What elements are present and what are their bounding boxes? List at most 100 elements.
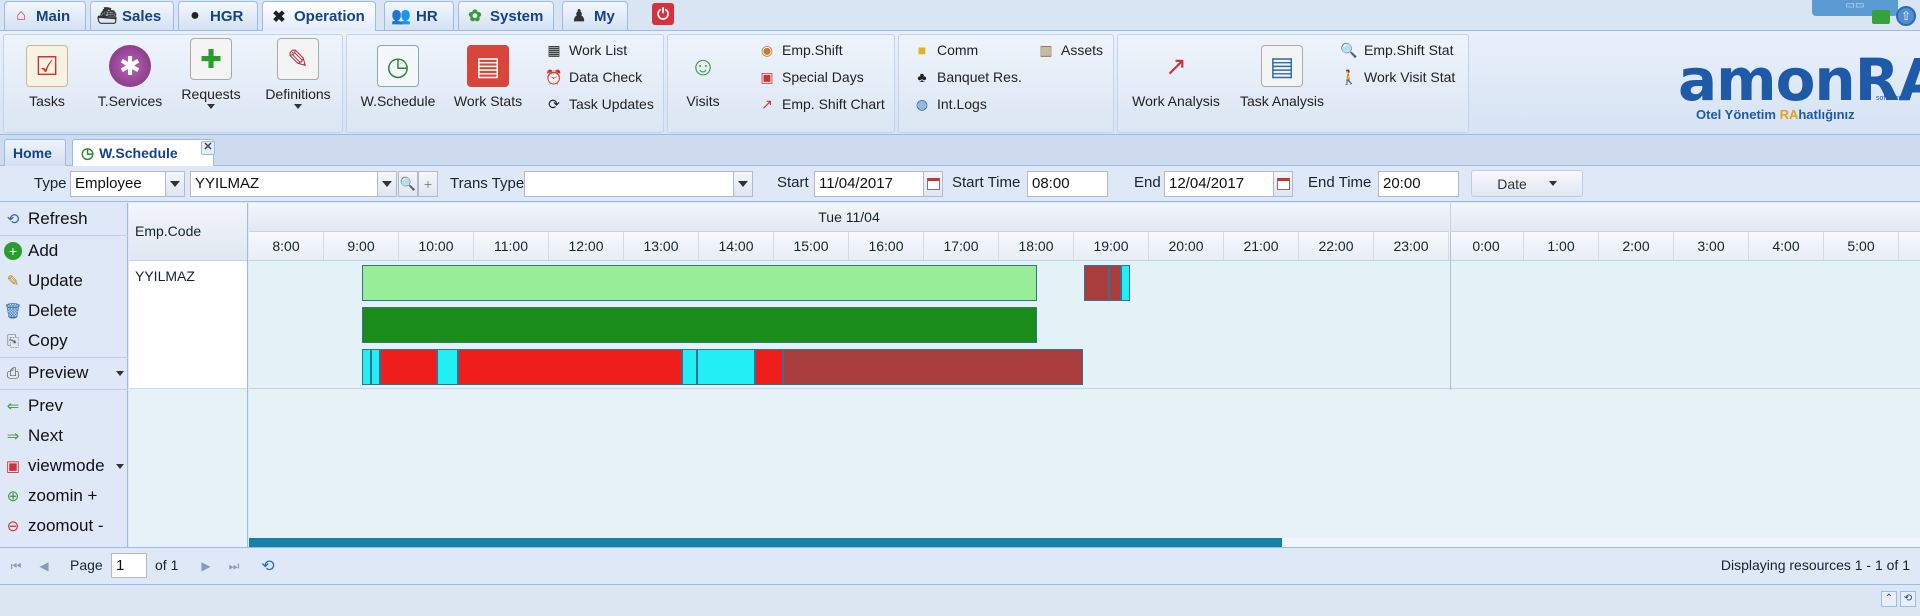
taskupdates-button[interactable]: ⟳ Task Updates (545, 95, 654, 113)
start-date-picker[interactable] (923, 171, 943, 197)
schedule-event[interactable] (696, 349, 756, 385)
power-icon[interactable]: ⏻ (652, 3, 674, 25)
tab-hgr[interactable]: ● HGR (178, 1, 258, 30)
assets-button[interactable]: ▥ Assets (1037, 41, 1103, 59)
task-updates-icon: ⟳ (548, 95, 560, 112)
employee-dropdown-trigger[interactable] (377, 171, 397, 197)
date-mode-button[interactable]: Date (1471, 170, 1583, 197)
viewmode-button[interactable]: ▣ viewmode (4, 454, 124, 478)
tab-operation[interactable]: ✖ Operation (262, 1, 376, 31)
schedule-event[interactable] (457, 349, 682, 385)
empshift-button[interactable]: ◉ Emp.Shift (758, 41, 843, 59)
type-select[interactable]: Employee (70, 171, 166, 197)
start-date-input[interactable]: 11/04/2017 (814, 171, 924, 197)
day-header: Tue 11/04 (249, 203, 1449, 232)
zoomin-button[interactable]: ⊕ zoomin + (4, 484, 98, 508)
visits-button[interactable]: ☺ Visits (676, 45, 730, 110)
schedule-event[interactable] (361, 349, 372, 385)
first-page-icon[interactable]: ⏮ (8, 558, 24, 574)
close-icon[interactable]: ✕ (201, 141, 215, 155)
add-button[interactable]: + Add (4, 239, 58, 263)
tservices-button[interactable]: ✱ T.Services (92, 45, 168, 109)
refresh-icon[interactable]: ⟲ (260, 558, 276, 575)
tasks-button[interactable]: ☑ Tasks (12, 45, 82, 109)
worklist-button[interactable]: ▦ Work List (545, 41, 627, 59)
update-button[interactable]: ✎ Update (4, 269, 83, 293)
worklist-icon: ▦ (547, 41, 561, 58)
horizontal-scrollbar[interactable] (249, 538, 1282, 547)
zoomout-button[interactable]: ⊖ zoomout - (4, 514, 104, 538)
workanalysis-button[interactable]: ↗ Work Analysis (1128, 45, 1224, 110)
add-icon[interactable]: + (418, 171, 438, 197)
wschedule-button[interactable]: ◷ W.Schedule (355, 45, 441, 109)
tab-sales[interactable]: ⛴ Sales (90, 1, 174, 30)
copy-button[interactable]: ⎘ Copy (4, 329, 68, 353)
type-dropdown-trigger[interactable] (165, 171, 185, 197)
search-icon[interactable]: 🔍 (398, 171, 418, 197)
chevron-down-icon (738, 181, 748, 187)
comm-button[interactable]: ■ Comm (913, 41, 978, 59)
workstats-button[interactable]: ▤ Work Stats (451, 45, 525, 109)
empshiftchart-button[interactable]: ↗ Emp. Shift Chart (758, 95, 885, 113)
tab-wschedule[interactable]: ◷ W.Schedule ✕ (72, 139, 215, 166)
schedule-event[interactable] (1121, 265, 1131, 301)
intlogs-button[interactable]: ◍ Int.Logs (913, 95, 987, 113)
analysis-chart-icon: ↗ (1165, 50, 1187, 81)
employee-select[interactable]: YYILMAZ (190, 171, 378, 197)
page-number-input[interactable]: 1 (111, 553, 147, 578)
preview-button[interactable]: ⎙ Preview (4, 361, 124, 385)
resource-header[interactable]: Emp.Code (129, 203, 247, 261)
datacheck-button[interactable]: ⏰ Data Check (545, 68, 642, 86)
next-button[interactable]: ⇒ Next (4, 424, 63, 448)
delete-label: Delete (28, 301, 78, 320)
end-date-input[interactable]: 12/04/2017 (1164, 171, 1274, 197)
status-bar: ⌃ ⟲ (0, 584, 1920, 616)
banquet-button[interactable]: ♣ Banquet Res. (913, 68, 1021, 86)
folder-icon: ■ (917, 42, 927, 58)
tab-hr[interactable]: 👥 HR (384, 1, 454, 30)
chevron-down-icon (207, 104, 215, 109)
last-page-icon[interactable]: ⏭ (226, 558, 242, 574)
definitions-button[interactable]: ✎ Definitions (260, 38, 336, 109)
corner-green-icon[interactable] (1872, 10, 1890, 24)
prev-button[interactable]: ⇐ Prev (4, 394, 63, 418)
collapse-up-icon[interactable]: ⇧ (1896, 6, 1916, 26)
tab-my[interactable]: ♟ My (562, 1, 628, 30)
schedule-event[interactable] (380, 349, 437, 385)
schedule-event[interactable] (361, 307, 1037, 343)
visits-label: Visits (686, 93, 720, 109)
zoom-out-icon: ⊖ (6, 518, 20, 535)
next-page-icon[interactable]: ▶ (198, 558, 214, 574)
schedule-event[interactable] (1109, 265, 1122, 301)
refresh-button[interactable]: ⟲ Refresh (4, 207, 88, 231)
schedule-event[interactable] (755, 349, 783, 385)
tab-home[interactable]: Home (4, 139, 66, 166)
tab-main[interactable]: ⌂ Main (4, 1, 86, 30)
start-time-input[interactable]: 08:00 (1027, 171, 1108, 197)
ribbon-group-analysis: ↗ Work Analysis ▤ Task Analysis 🔍 Emp.Shi… (1117, 34, 1469, 133)
workvisitstat-button[interactable]: 🚶 Work Visit Stat (1340, 68, 1455, 86)
schedule-event[interactable] (371, 349, 381, 385)
tab-system[interactable]: ✿ System (458, 1, 554, 30)
empshiftstat-button[interactable]: 🔍 Emp.Shift Stat (1340, 41, 1453, 59)
trans-type-dropdown-trigger[interactable] (733, 171, 753, 197)
schedule-event[interactable] (681, 349, 697, 385)
schedule-event[interactable] (1083, 265, 1110, 301)
refresh-icon[interactable]: ⟲ (1900, 591, 1916, 607)
end-date-picker[interactable] (1273, 171, 1293, 197)
resource-row[interactable]: YYILMAZ (129, 261, 247, 389)
schedule-event[interactable] (783, 349, 1083, 385)
schedule-event[interactable] (361, 265, 1037, 301)
collapse-up-icon[interactable]: ⌃ (1881, 591, 1897, 607)
schedule-event[interactable] (436, 349, 458, 385)
schedule-lane[interactable] (249, 261, 1920, 389)
hour-cell: 1:00 (1524, 232, 1599, 260)
trans-type-select[interactable] (524, 171, 734, 197)
assets-icon: ▥ (1039, 41, 1053, 58)
prev-page-icon[interactable]: ◀ (36, 558, 52, 574)
delete-button[interactable]: 🗑 Delete (3, 299, 78, 323)
taskanalysis-button[interactable]: ▤ Task Analysis (1236, 45, 1328, 109)
requests-button[interactable]: ✚ Requests (176, 38, 246, 109)
end-time-input[interactable]: 20:00 (1378, 171, 1459, 197)
specialdays-button[interactable]: ▣ Special Days (758, 68, 863, 86)
